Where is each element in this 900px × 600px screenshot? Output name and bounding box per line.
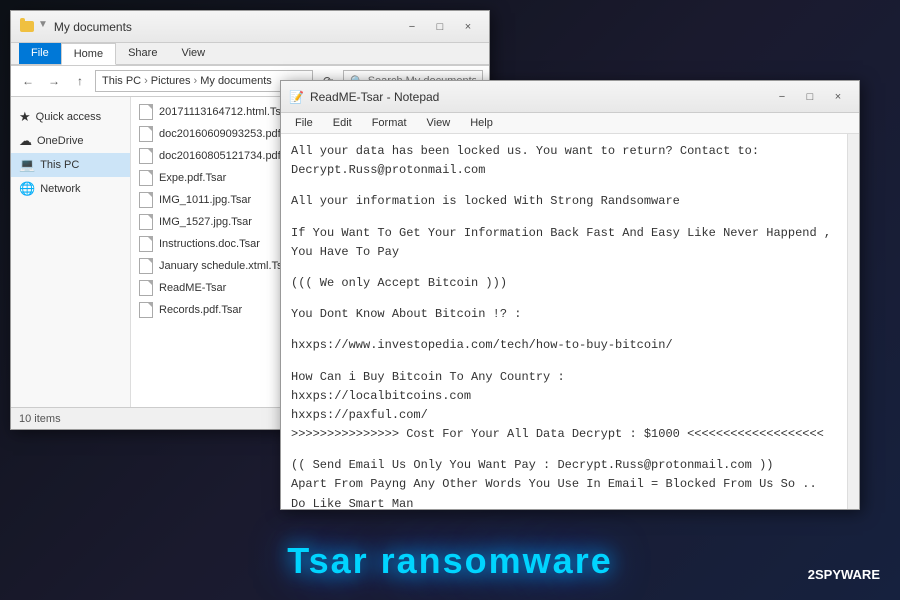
onedrive-icon: ☁ (19, 133, 32, 149)
sidebar-label-network: Network (40, 183, 80, 195)
network-icon: 🌐 (19, 181, 35, 197)
title-bar-icons: ▼ (19, 19, 48, 35)
file-icon (139, 214, 153, 230)
notepad-line: If You Want To Get Your Information Back… (291, 224, 837, 262)
path-part-2: Pictures (151, 75, 191, 87)
menu-file[interactable]: File (285, 115, 323, 131)
sidebar-item-this-pc[interactable]: 💻 This PC (11, 153, 130, 177)
this-pc-icon: 💻 (19, 157, 35, 173)
notepad-line: hxxps://localbitcoins.com (291, 387, 837, 406)
notepad-title-text: ReadME-Tsar - Notepad (310, 90, 769, 104)
ransomware-label: Tsar ransomware (287, 540, 612, 582)
path-part-1: This PC (102, 75, 141, 87)
file-icon (139, 280, 153, 296)
file-name: Records.pdf.Tsar (159, 304, 242, 316)
notepad-line (291, 324, 837, 336)
menu-edit[interactable]: Edit (323, 115, 362, 131)
sidebar-item-onedrive[interactable]: ☁ OneDrive (11, 129, 130, 153)
notepad-window-controls: − □ × (769, 87, 851, 107)
explorer-ribbon: File Home Share View (11, 43, 489, 66)
file-name: ReadME-Tsar (159, 282, 226, 294)
file-icon (139, 170, 153, 186)
nav-forward-btn[interactable]: → (43, 70, 65, 92)
status-text: 10 items (19, 413, 61, 425)
file-icon (139, 126, 153, 142)
notepad-line: hxxps://www.investopedia.com/tech/how-to… (291, 336, 837, 355)
menu-format[interactable]: Format (362, 115, 417, 131)
notepad-line (291, 444, 837, 456)
sidebar-label-quick-access: Quick access (36, 111, 101, 123)
notepad-line (291, 212, 837, 224)
file-name: January schedule.xtml.Tsar (159, 260, 292, 272)
notepad-line (291, 262, 837, 274)
explorer-close-btn[interactable]: × (455, 17, 481, 37)
file-icon (139, 258, 153, 274)
title-icon (19, 19, 35, 35)
file-icon (139, 104, 153, 120)
menu-view[interactable]: View (417, 115, 461, 131)
file-name: IMG_1011.jpg.Tsar (159, 194, 251, 206)
path-sep-1: › (144, 75, 148, 87)
sidebar-item-quick-access[interactable]: ★ Quick access (11, 105, 130, 129)
notepad-line (291, 356, 837, 368)
quick-access-icon: ★ (19, 109, 31, 125)
notepad-close-btn[interactable]: × (825, 87, 851, 107)
file-name: 20171113164712.html.Tsar (159, 106, 291, 118)
file-icon (139, 192, 153, 208)
file-name: Instructions.doc.Tsar (159, 238, 260, 250)
notepad-line: You Dont Know About Bitcoin !? : (291, 305, 837, 324)
path-part-3: My documents (200, 75, 272, 87)
notepad-line: All your information is locked With Stro… (291, 192, 837, 211)
folder-icon (20, 21, 34, 32)
notepad-line (291, 180, 837, 192)
notepad-line: >>>>>>>>>>>>>>> Cost For Your All Data D… (291, 425, 837, 444)
notepad-window: 📝 ReadME-Tsar - Notepad − □ × File Edit … (280, 80, 860, 510)
tab-share[interactable]: Share (116, 43, 169, 64)
menu-help[interactable]: Help (460, 115, 503, 131)
notepad-line: All your data has been locked us. You wa… (291, 142, 837, 180)
notepad-line: ((( We only Accept Bitcoin ))) (291, 274, 837, 293)
sidebar: ★ Quick access ☁ OneDrive 💻 This PC 🌐 Ne… (11, 97, 131, 407)
explorer-title-bar: ▼ My documents − □ × (11, 11, 489, 43)
tab-view[interactable]: View (169, 43, 217, 64)
explorer-title-text: My documents (54, 20, 399, 34)
path-sep-2: › (194, 75, 198, 87)
notepad-title-icon: 📝 (289, 90, 304, 104)
notepad-menu: File Edit Format View Help (281, 113, 859, 134)
notepad-maximize-btn[interactable]: □ (797, 87, 823, 107)
explorer-maximize-btn[interactable]: □ (427, 17, 453, 37)
explorer-minimize-btn[interactable]: − (399, 17, 425, 37)
notepad-minimize-btn[interactable]: − (769, 87, 795, 107)
tab-home[interactable]: Home (61, 43, 116, 65)
file-name: IMG_1527.jpg.Tsar (159, 216, 252, 228)
nav-back-btn[interactable]: ← (17, 70, 39, 92)
file-icon (139, 302, 153, 318)
notepad-line (291, 293, 837, 305)
notepad-line: How Can i Buy Bitcoin To Any Country : (291, 368, 837, 387)
notepad-line: hxxps://paxful.com/ (291, 406, 837, 425)
notepad-title-icons: 📝 (289, 90, 304, 104)
notepad-line: (( Send Email Us Only You Want Pay : Dec… (291, 456, 837, 475)
notepad-title-bar: 📝 ReadME-Tsar - Notepad − □ × (281, 81, 859, 113)
file-icon (139, 236, 153, 252)
notepad-body: All your data has been locked us. You wa… (281, 134, 859, 509)
ribbon-tabs: File Home Share View (11, 43, 489, 65)
tab-file[interactable]: File (19, 43, 61, 64)
file-icon (139, 148, 153, 164)
spyware-logo: 2SPYWARE (808, 567, 880, 582)
notepad-content[interactable]: All your data has been locked us. You wa… (281, 134, 847, 509)
spyware-logo-text: 2SPYWARE (808, 567, 880, 582)
sidebar-item-network[interactable]: 🌐 Network (11, 177, 130, 201)
notepad-scrollbar[interactable] (847, 134, 859, 509)
sidebar-label-this-pc: This PC (40, 159, 79, 171)
file-name: Expe.pdf.Tsar (159, 172, 226, 184)
title-nav-arrow: ▼ (38, 19, 48, 35)
sidebar-label-onedrive: OneDrive (37, 135, 83, 147)
explorer-window-controls: − □ × (399, 17, 481, 37)
notepad-line: Apart From Payng Any Other Words You Use… (291, 475, 837, 509)
nav-up-btn[interactable]: ↑ (69, 70, 91, 92)
